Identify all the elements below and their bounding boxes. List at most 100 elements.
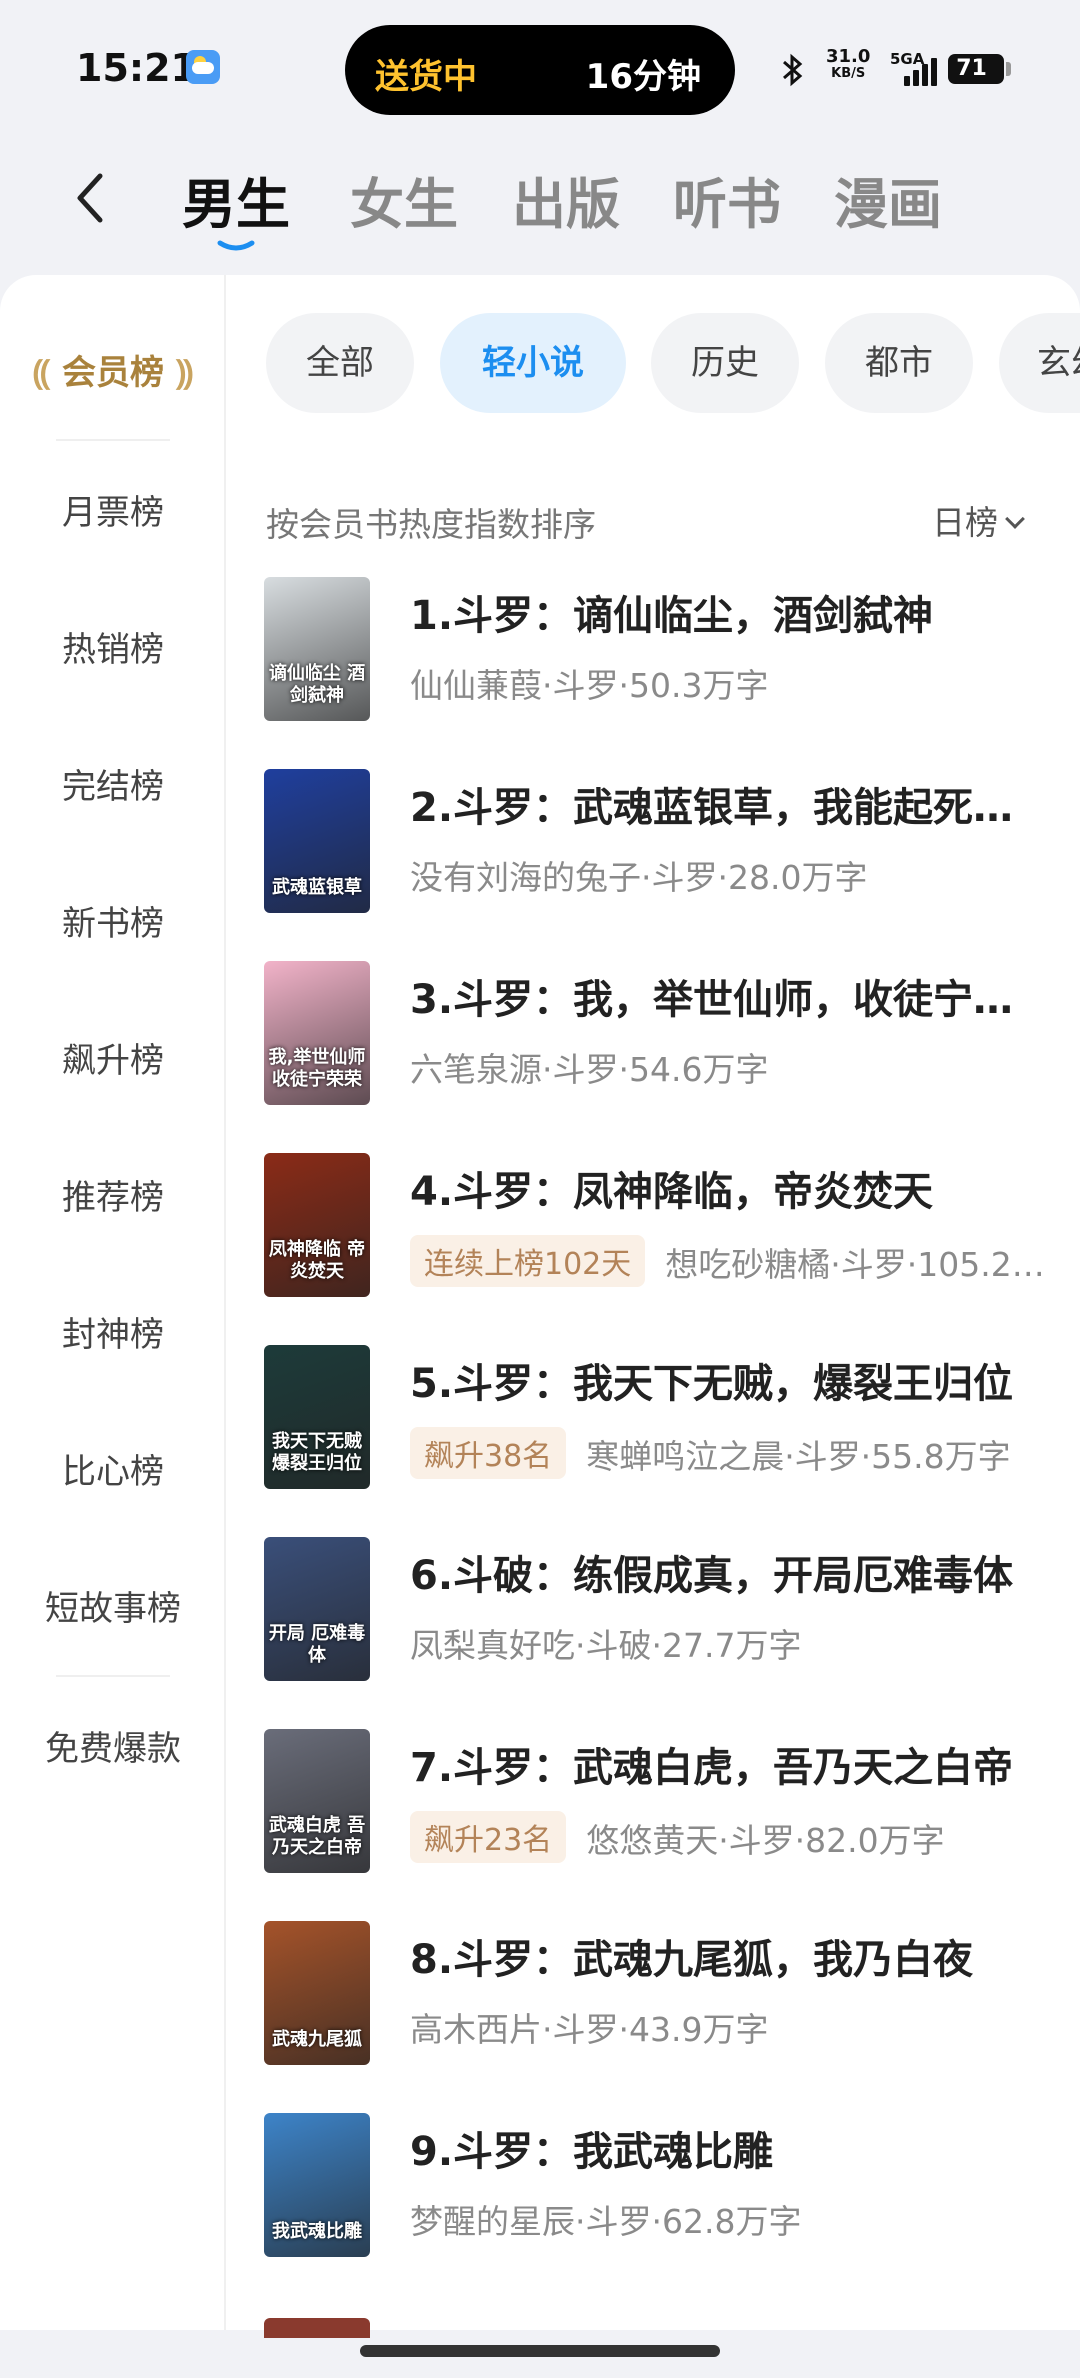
laurel-right-icon: ⸩ [175,353,194,393]
sidebar-item-heart[interactable]: 比心榜 [0,1444,226,1493]
book-meta: 高木西片·斗罗·43.9万字 [410,2003,1050,2051]
network-speed: 31.0 KB/S [826,48,870,82]
chip-light-novel[interactable]: 轻小说 [440,313,626,413]
weather-icon [186,50,220,84]
book-meta: 没有刘海的兔子·斗罗·28.0万字 [410,851,1050,899]
book-row[interactable]: 凤神降临 帝炎焚天 4.斗罗：凤神降临，帝炎焚天连续上榜102天 想吃砂糖橘·斗罗·… [240,1153,1070,1323]
book-cover-image[interactable]: 武魂九尾狐 [264,1921,370,2065]
chip-all[interactable]: 全部 [266,313,414,413]
book-cover-image[interactable]: 凤神降临 帝炎焚天 [264,1153,370,1297]
chip-urban[interactable]: 都市 [825,313,973,413]
book-row[interactable]: 我天下无贼 爆裂王归位 5.斗罗：我天下无贼，爆裂王归位飙升38名 寒蝉鸣泣之晨·斗… [240,1345,1070,1515]
rank-badge: 飙升38名 [410,1427,567,1479]
book-author-genre-words: 凤梨真好吃·斗破·27.7万字 [410,1626,802,1665]
tab-female[interactable]: 女生 [350,160,458,239]
book-title[interactable]: 3.斗罗：我，举世仙师，收徒宁荣荣 [410,967,1050,1025]
book-title[interactable]: 1.斗罗：谪仙临尘，酒剑弑神 [410,583,1050,641]
sidebar-divider [56,1675,170,1677]
book-cover-image[interactable]: 武魂白虎 吾乃天之白帝 [264,1729,370,1873]
book-author-genre-words: 没有刘海的兔子·斗罗·28.0万字 [410,858,868,897]
sidebar-item-label: 会员榜 [62,353,164,393]
book-author-genre-words: 想吃砂糖橘·斗罗·105.2万字 [665,1245,1050,1284]
network-speed-value: 31.0 [826,46,871,67]
sidebar-item-bestseller[interactable]: 热销榜 [0,622,226,671]
book-row[interactable]: 谪仙临尘 酒剑弑神 1.斗罗：谪仙临尘，酒剑弑神仙仙蒹葭·斗罗·50.3万字 [240,577,1070,747]
book-author-genre-words: 寒蝉鸣泣之晨·斗罗·55.8万字 [586,1437,1011,1476]
sidebar-item-new-books[interactable]: 新书榜 [0,896,226,945]
book-meta: 连续上榜102天 想吃砂糖橘·斗罗·105.2万字 [410,1235,1050,1287]
book-title[interactable]: 2.斗罗：武魂蓝银草，我能起死回生 [410,775,1050,833]
rank-badge: 连续上榜102天 [410,1235,646,1287]
book-cover-image[interactable]: 谪仙临尘 酒剑弑神 [264,577,370,721]
book-cover-image[interactable]: 开局 厄难毒体 [264,1537,370,1681]
book-title[interactable]: 6.斗破：练假成真，开局厄难毒体 [410,1543,1050,1601]
back-arrow-icon[interactable] [70,170,110,226]
book-cover-text: 武魂九尾狐 [272,2029,362,2050]
book-row[interactable]: 我武魂比雕 9.斗罗：我武魂比雕梦醒的星辰·斗罗·62.8万字 [240,2113,1070,2283]
battery-level: 71 [956,56,987,81]
book-meta: 飙升23名 悠悠黄天·斗罗·82.0万字 [410,1811,1050,1863]
next-book-cover-peek [264,2318,370,2338]
delivery-eta: 16分钟 [585,57,701,97]
book-row[interactable]: 武魂九尾狐 8.斗罗：武魂九尾狐，我乃白夜高木西片·斗罗·43.9万字 [240,1921,1070,2091]
book-title[interactable]: 8.斗罗：武魂九尾狐，我乃白夜 [410,1927,1050,1985]
book-title[interactable]: 5.斗罗：我天下无贼，爆裂王归位 [410,1351,1050,1409]
book-cover-image[interactable]: 我,举世仙师 收徒宁荣荣 [264,961,370,1105]
book-meta: 六笔泉源·斗罗·54.6万字 [410,1043,1050,1091]
book-cover-image[interactable]: 我武魂比雕 [264,2113,370,2257]
bluetooth-icon [780,52,806,97]
sidebar-item-free-hits[interactable]: 免费爆款 [0,1721,226,1770]
book-author-genre-words: 仙仙蒹葭·斗罗·50.3万字 [410,666,769,705]
book-author-genre-words: 梦醒的星辰·斗罗·62.8万字 [410,2202,802,2241]
book-title[interactable]: 4.斗罗：凤神降临，帝炎焚天 [410,1159,1050,1217]
laurel-left-icon: ⸨ [32,353,51,393]
sidebar-item-rising[interactable]: 飙升榜 [0,1033,226,1082]
delivery-status: 送货中 [375,57,477,97]
sidebar-divider [56,439,170,441]
tab-comic[interactable]: 漫画 [834,160,942,239]
battery-cap [1006,62,1011,76]
ranking-sidebar: ⸨ 会员榜 ⸩ 月票榜 热销榜 完结榜 新书榜 飙升榜 推荐榜 封神榜 比心榜 … [0,275,226,2335]
book-cover-text: 我天下无贼 爆裂王归位 [272,1431,362,1474]
book-meta: 仙仙蒹葭·斗罗·50.3万字 [410,659,1050,707]
sidebar-item-completed[interactable]: 完结榜 [0,759,226,808]
book-author-genre-words: 六笔泉源·斗罗·54.6万字 [410,1050,769,1089]
network-speed-unit: KB/S [831,66,866,81]
book-meta: 梦醒的星辰·斗罗·62.8万字 [410,2195,1050,2243]
book-cover-image[interactable]: 我天下无贼 爆裂王归位 [264,1345,370,1489]
book-author-genre-words: 高木西片·斗罗·43.9万字 [410,2010,769,2049]
sidebar-item-member-rank[interactable]: ⸨ 会员榜 ⸩ [0,345,226,394]
rank-badge: 飙升23名 [410,1811,567,1863]
status-time: 15:21 [76,46,197,90]
sort-description: 按会员书热度指数排序 [266,505,596,544]
battery-icon: 71 [948,54,1004,84]
book-row[interactable]: 我,举世仙师 收徒宁荣荣 3.斗罗：我，举世仙师，收徒宁荣荣六笔泉源·斗罗·54.… [240,961,1070,1131]
tab-publish[interactable]: 出版 [512,160,620,239]
book-author-genre-words: 悠悠黄天·斗罗·82.0万字 [586,1821,945,1860]
period-label: 日榜 [932,503,998,542]
book-row[interactable]: 开局 厄难毒体 6.斗破：练假成真，开局厄难毒体凤梨真好吃·斗破·27.7万字 [240,1537,1070,1707]
book-cover-text: 我,举世仙师 收徒宁荣荣 [268,1047,366,1090]
book-meta: 凤梨真好吃·斗破·27.7万字 [410,1619,1050,1667]
book-meta: 飙升38名 寒蝉鸣泣之晨·斗罗·55.8万字 [410,1427,1050,1479]
signal-icon [904,56,938,86]
tab-male[interactable]: 男生 [182,160,290,239]
chip-history[interactable]: 历史 [651,313,799,413]
book-row[interactable]: 武魂白虎 吾乃天之白帝 7.斗罗：武魂白虎，吾乃天之白帝飙升23名 悠悠黄天·斗罗·… [240,1729,1070,1899]
book-title[interactable]: 9.斗罗：我武魂比雕 [410,2119,1050,2177]
sidebar-item-legendary[interactable]: 封神榜 [0,1307,226,1356]
home-indicator[interactable] [360,2345,720,2357]
tab-audiobook[interactable]: 听书 [673,160,781,239]
sidebar-item-short-stories[interactable]: 短故事榜 [0,1581,226,1630]
book-cover-image[interactable]: 武魂蓝银草 [264,769,370,913]
book-cover-text: 武魂白虎 吾乃天之白帝 [268,1815,366,1858]
book-cover-text: 我武魂比雕 [272,2221,362,2242]
sidebar-item-monthly-ticket[interactable]: 月票榜 [0,485,226,534]
period-dropdown[interactable]: 日榜 [932,496,1025,544]
sidebar-item-recommended[interactable]: 推荐榜 [0,1170,226,1219]
chevron-down-icon [1005,509,1025,529]
delivery-live-activity[interactable]: 送货中 16分钟 [345,25,735,115]
active-tab-indicator [217,237,255,251]
book-row[interactable]: 武魂蓝银草 2.斗罗：武魂蓝银草，我能起死回生没有刘海的兔子·斗罗·28.0万字 [240,769,1070,939]
book-title[interactable]: 7.斗罗：武魂白虎，吾乃天之白帝 [410,1735,1050,1793]
